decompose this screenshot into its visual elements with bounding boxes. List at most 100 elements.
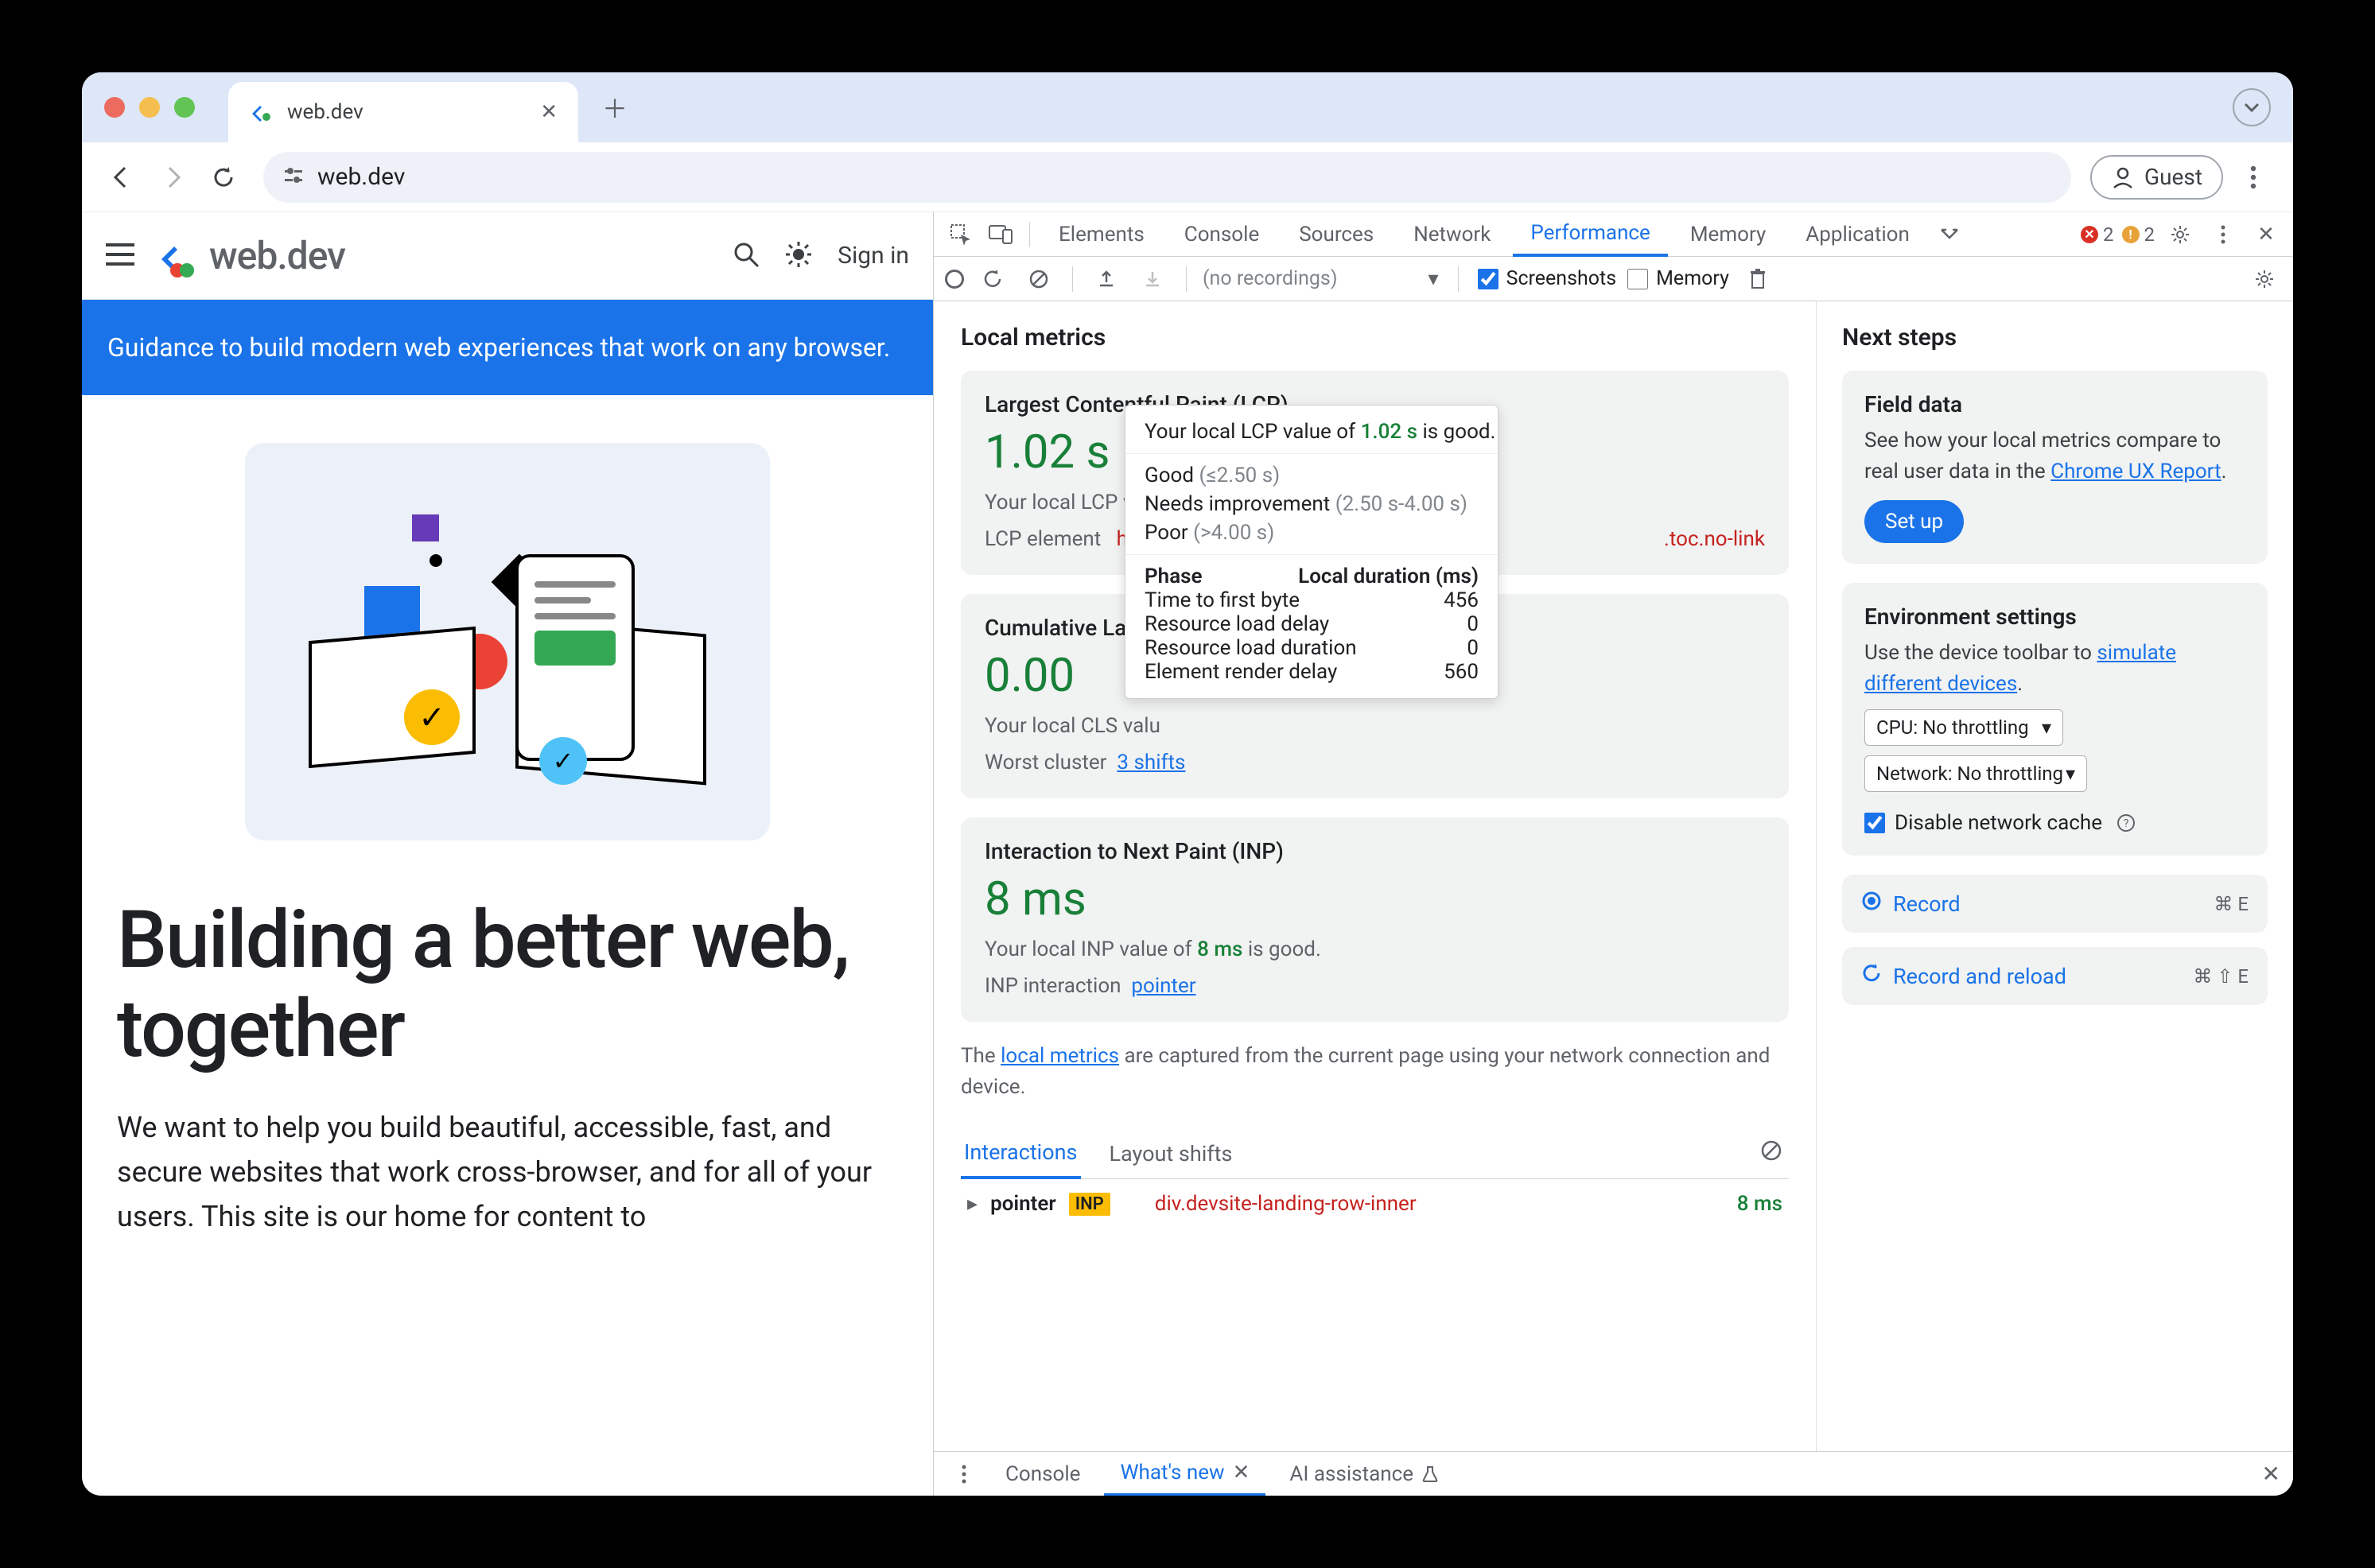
tab-network[interactable]: Network: [1396, 212, 1508, 257]
devtools-tabs: Elements Console Sources Network Perform…: [934, 212, 2293, 257]
more-tabs-icon[interactable]: [1932, 217, 1967, 252]
tab-performance[interactable]: Performance: [1513, 212, 1667, 257]
screenshots-checkbox[interactable]: Screenshots: [1478, 267, 1617, 290]
tab-application[interactable]: Application: [1788, 212, 1927, 257]
help-icon[interactable]: ?: [2117, 813, 2136, 833]
reload-record-icon[interactable]: [975, 262, 1010, 297]
drawer-tab-whatsnew[interactable]: What's new ✕: [1104, 1452, 1265, 1496]
back-button[interactable]: [101, 157, 142, 198]
hamburger-icon[interactable]: [106, 239, 134, 273]
browser-menu-icon[interactable]: [2233, 157, 2274, 198]
clear-icon[interactable]: [1021, 262, 1056, 297]
inspect-icon[interactable]: [943, 217, 978, 252]
env-text: Use the device toolbar to simulate diffe…: [1864, 638, 2245, 700]
site-settings-icon[interactable]: [282, 165, 305, 190]
tab-title: web.dev: [287, 100, 363, 124]
field-data-text: See how your local metrics compare to re…: [1864, 425, 2245, 487]
maximize-window-button[interactable]: [174, 97, 195, 118]
subtab-layout-shifts[interactable]: Layout shifts: [1106, 1130, 1236, 1178]
drawer-tab-console[interactable]: Console: [989, 1452, 1096, 1496]
device-toolbar-icon[interactable]: [983, 217, 1018, 252]
tabs-dropdown-icon[interactable]: [2233, 88, 2271, 126]
tab-memory[interactable]: Memory: [1673, 212, 1783, 257]
reload-shortcut: ⌘ ⇧ E: [2193, 965, 2249, 988]
subtab-interactions[interactable]: Interactions: [961, 1128, 1081, 1179]
close-icon[interactable]: ✕: [1233, 1461, 1250, 1485]
network-throttling-select[interactable]: Network: No throttling▾: [1864, 755, 2087, 792]
devtools-panel: Elements Console Sources Network Perform…: [933, 212, 2293, 1496]
env-title: Environment settings: [1864, 604, 2245, 630]
drawer-menu-icon[interactable]: [947, 1457, 981, 1492]
page-banner: Guidance to build modern web experiences…: [82, 300, 933, 395]
inp-interaction-row: INP interaction pointer: [985, 974, 1765, 998]
expand-icon[interactable]: ▸: [967, 1192, 978, 1216]
close-window-button[interactable]: [104, 97, 125, 118]
chevron-down-icon[interactable]: ▾: [1428, 267, 1439, 291]
new-tab-button[interactable]: ＋: [593, 85, 637, 130]
tab-elements[interactable]: Elements: [1041, 212, 1162, 257]
record-reload-action[interactable]: Record and reload ⌘ ⇧ E: [1842, 947, 2268, 1005]
flask-icon: [1421, 1465, 1439, 1483]
webdev-logo[interactable]: web.dev: [154, 232, 345, 280]
inp-value: 8 ms: [985, 872, 1765, 926]
svg-text:?: ?: [2124, 817, 2129, 830]
forward-button[interactable]: [152, 157, 193, 198]
reload-icon: [1861, 963, 1882, 989]
setup-button[interactable]: Set up: [1864, 500, 1964, 543]
warning-badge[interactable]: !2: [2122, 223, 2155, 246]
cls-worst-row: Worst cluster 3 shifts: [985, 751, 1765, 774]
interaction-row[interactable]: ▸ pointer INP div.devsite-landing-row-in…: [961, 1179, 1789, 1228]
cpu-throttling-select[interactable]: CPU: No throttling▾: [1864, 709, 2063, 746]
local-metrics-title: Local metrics: [961, 324, 1789, 351]
record-button[interactable]: [945, 270, 964, 289]
tab-close-icon[interactable]: ✕: [540, 102, 558, 122]
browser-window: web.dev ✕ ＋ web.dev Guest: [82, 72, 2293, 1496]
rendered-page: web.dev Sign in Guidance to build modern…: [82, 212, 933, 1496]
gc-icon[interactable]: [1740, 262, 1775, 297]
clear-interactions-icon[interactable]: [1760, 1139, 1789, 1167]
hero-illustration: ✓ ✓: [82, 395, 933, 872]
url-bar[interactable]: web.dev: [263, 152, 2071, 203]
local-metrics-link[interactable]: local metrics: [1001, 1044, 1119, 1068]
download-icon[interactable]: [1135, 262, 1170, 297]
inp-card: Interaction to Next Paint (INP) 8 ms You…: [961, 817, 1789, 1022]
interaction-time: 8 ms: [1737, 1192, 1782, 1216]
guest-profile-button[interactable]: Guest: [2090, 155, 2223, 200]
field-data-title: Field data: [1864, 391, 2245, 417]
browser-tab[interactable]: web.dev ✕: [228, 82, 578, 142]
devtools-menu-icon[interactable]: [2206, 217, 2241, 252]
devtools-body: Local metrics Largest Contentful Paint (…: [934, 301, 2293, 1451]
devtools-drawer: Console What's new ✕ AI assistance ✕: [934, 1451, 2293, 1496]
search-icon[interactable]: [733, 241, 760, 271]
metrics-footnote: The local metrics are captured from the …: [961, 1041, 1789, 1103]
record-shortcut: ⌘ E: [2214, 893, 2249, 915]
drawer-tab-ai[interactable]: AI assistance: [1273, 1452, 1455, 1496]
tab-console[interactable]: Console: [1167, 212, 1277, 257]
tab-sources[interactable]: Sources: [1281, 212, 1391, 257]
error-badge[interactable]: ✕2: [2081, 223, 2114, 246]
inp-interaction-link[interactable]: pointer: [1131, 974, 1195, 998]
settings-icon[interactable]: [2163, 217, 2198, 252]
webdev-logo-icon: [154, 232, 201, 280]
guest-label: Guest: [2144, 164, 2202, 190]
record-action[interactable]: Record ⌘ E: [1842, 875, 2268, 933]
devtools-close-icon[interactable]: ✕: [2249, 217, 2284, 252]
disable-cache-checkbox[interactable]: Disable network cache ?: [1864, 811, 2245, 835]
crux-link[interactable]: Chrome UX Report: [2050, 460, 2221, 483]
signin-link[interactable]: Sign in: [838, 242, 909, 270]
reload-button[interactable]: [203, 157, 244, 198]
page-header: web.dev Sign in: [82, 212, 933, 300]
theme-toggle-icon[interactable]: [785, 241, 812, 271]
memory-checkbox[interactable]: Memory: [1627, 267, 1729, 290]
interaction-element: div.devsite-landing-row-inner: [1155, 1192, 1417, 1216]
upload-icon[interactable]: [1089, 262, 1124, 297]
cls-shifts-link[interactable]: 3 shifts: [1117, 751, 1185, 774]
inp-name: Interaction to Next Paint (INP): [985, 838, 1765, 864]
perf-settings-icon[interactable]: [2247, 262, 2282, 297]
minimize-window-button[interactable]: [139, 97, 160, 118]
recordings-dropdown[interactable]: (no recordings): [1203, 267, 1338, 290]
subtabs: Interactions Layout shifts: [961, 1128, 1789, 1179]
drawer-close-icon[interactable]: ✕: [2262, 1461, 2280, 1487]
record-icon: [1861, 891, 1882, 917]
inp-badge: INP: [1069, 1193, 1110, 1216]
